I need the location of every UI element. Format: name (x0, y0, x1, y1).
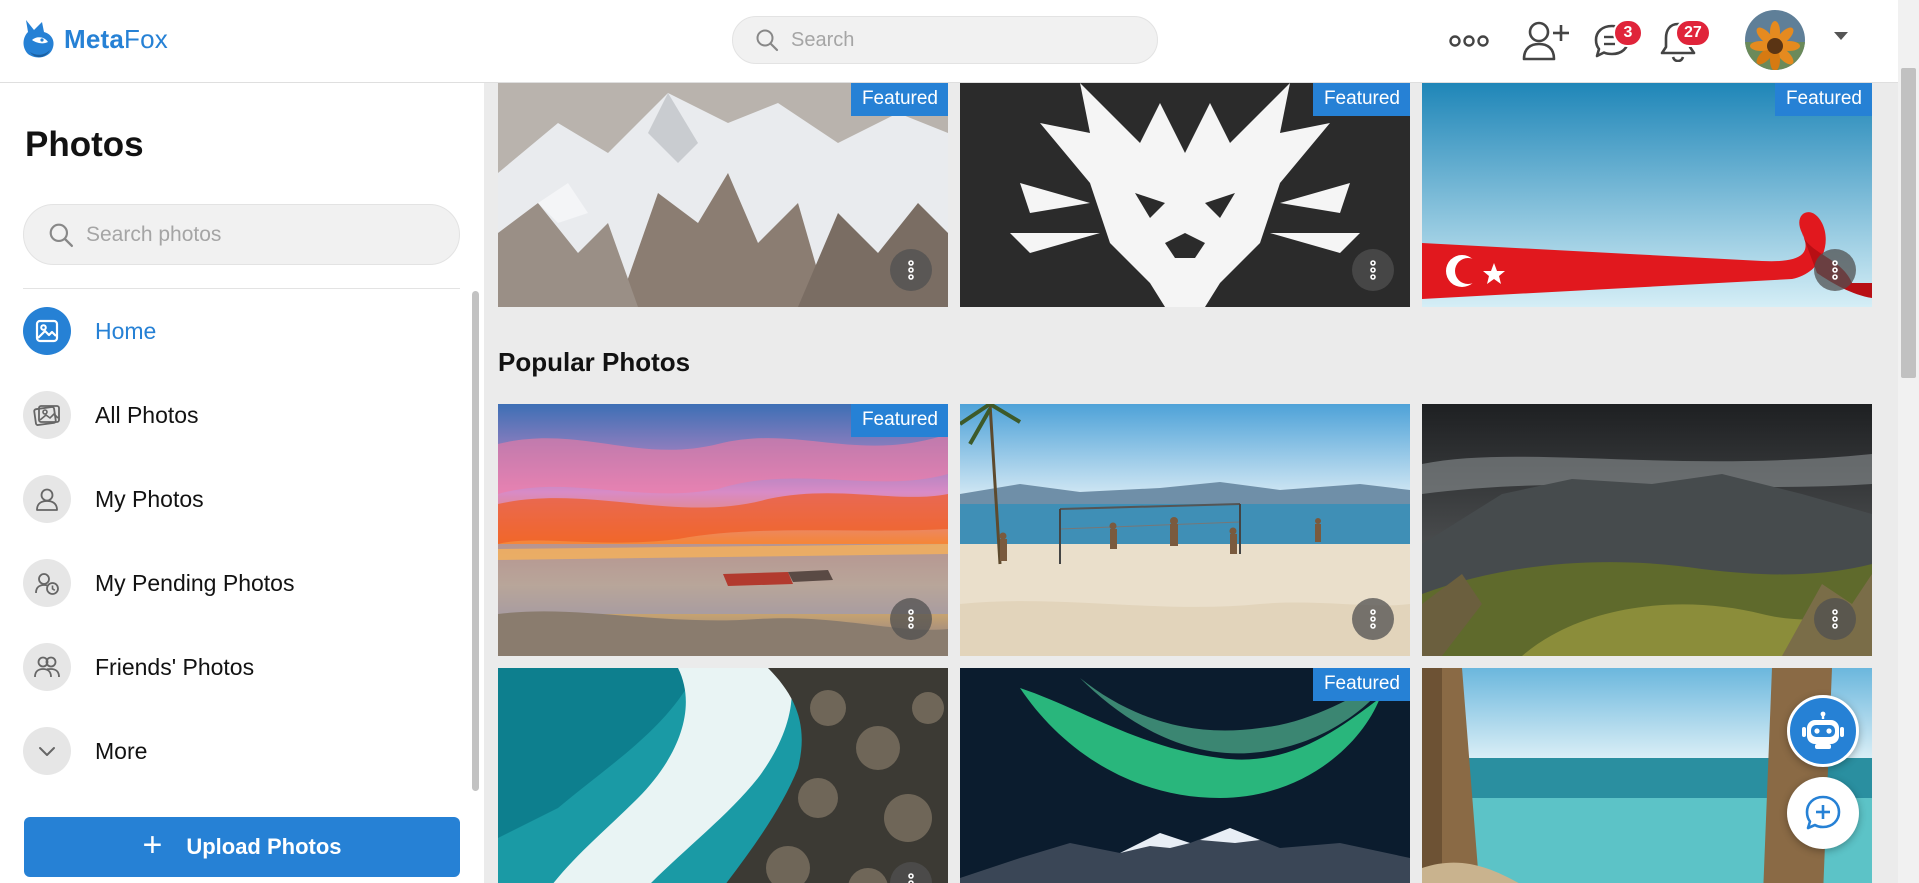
more-vertical-icon (1370, 260, 1376, 280)
sidebar-item-my-photos[interactable]: My Photos (23, 469, 453, 529)
photo-tile[interactable] (1422, 404, 1872, 656)
photo-mountains (498, 83, 948, 307)
photo-mountain-valley (1422, 404, 1872, 656)
metafox-logo[interactable]: MetaFox (20, 14, 168, 64)
robot-icon (1802, 711, 1844, 749)
photo-tile[interactable] (960, 404, 1410, 656)
photo-options-button[interactable] (1352, 598, 1394, 640)
chatbot-button[interactable] (1787, 695, 1859, 767)
photo-sunset-lake (498, 404, 948, 656)
photo-search-input[interactable] (86, 222, 426, 247)
photo-lion-emblem (960, 83, 1410, 307)
sidebar-item-label: Home (95, 317, 157, 344)
sidebar-item-label: My Pending Photos (95, 569, 295, 596)
user-icon (23, 475, 71, 523)
photo-tile[interactable]: Featured (1422, 83, 1872, 307)
page-scrollbar-thumb[interactable] (1901, 68, 1916, 378)
sidebar-item-all-photos[interactable]: All Photos (23, 385, 453, 445)
more-vertical-icon (1832, 609, 1838, 629)
more-apps-button[interactable] (1442, 14, 1496, 68)
more-vertical-icon (908, 609, 914, 629)
photo-tile[interactable]: Featured (498, 83, 948, 307)
sidebar-item-friends-photos[interactable]: Friends' Photos (23, 637, 453, 697)
photo-options-button[interactable] (1814, 249, 1856, 291)
user-avatar[interactable] (1745, 10, 1805, 70)
sidebar-item-label: Friends' Photos (95, 653, 255, 680)
popular-photos-heading: Popular Photos (498, 347, 691, 377)
more-vertical-icon (1370, 609, 1376, 629)
plus-icon: + (142, 826, 163, 864)
more-vertical-icon (908, 260, 914, 280)
featured-badge: Featured (1774, 83, 1872, 116)
logo-text: MetaFox (64, 24, 168, 55)
avatar-image (1745, 10, 1805, 70)
photo-options-button[interactable] (890, 598, 932, 640)
featured-badge: Featured (850, 83, 948, 116)
photo-options-button[interactable] (1352, 249, 1394, 291)
photos-sidebar: Photos Home All Photos My Photos My Pend… (0, 83, 484, 883)
photos-main: Featured Featured Featured Popular Photo… (484, 83, 1898, 883)
photo-options-button[interactable] (1814, 598, 1856, 640)
photo-tile[interactable]: Featured (498, 404, 948, 656)
sidebar-item-my-pending-photos[interactable]: My Pending Photos (23, 553, 453, 613)
friends-icon (23, 643, 71, 691)
upload-photos-label: Upload Photos (186, 834, 342, 859)
create-post-button[interactable] (1787, 777, 1859, 849)
global-search[interactable] (732, 16, 1158, 64)
sidebar-item-label: More (95, 737, 148, 764)
page-scrollbar[interactable] (1898, 0, 1919, 883)
more-horizontal-icon (1449, 35, 1489, 47)
photo-turkish-flag (1422, 83, 1872, 307)
search-icon (756, 29, 779, 52)
global-search-input[interactable] (791, 28, 1121, 52)
messages-badge: 3 (1613, 19, 1643, 47)
sidebar-divider (23, 288, 460, 289)
more-vertical-icon (908, 873, 914, 883)
sidebar-item-label: My Photos (95, 485, 204, 512)
more-vertical-icon (1832, 260, 1838, 280)
logo-meta: Meta (64, 23, 125, 54)
chevron-down-icon (23, 727, 71, 775)
logo-fox: Fox (124, 23, 168, 54)
photos-icon (23, 391, 71, 439)
featured-badge: Featured (1312, 83, 1410, 116)
sidebar-item-more[interactable]: More (23, 721, 453, 781)
sidebar-item-home[interactable]: Home (23, 301, 453, 361)
messages-button[interactable]: 3 (1585, 14, 1643, 68)
pending-icon (23, 559, 71, 607)
photo-search[interactable] (23, 204, 460, 265)
page-title: Photos (25, 125, 144, 164)
sidebar-item-label: All Photos (95, 401, 199, 428)
notifications-badge: 27 (1675, 19, 1711, 47)
add-friend-icon (1522, 21, 1569, 61)
photo-ocean-rocks (498, 668, 948, 883)
featured-badge: Featured (850, 404, 948, 437)
friend-requests-button[interactable] (1518, 14, 1572, 68)
photo-tile[interactable]: Featured (960, 83, 1410, 307)
photo-tile[interactable] (498, 668, 948, 883)
upload-photos-button[interactable]: + Upload Photos (24, 817, 460, 877)
fox-logo-icon (23, 20, 54, 58)
search-icon (49, 223, 74, 247)
photo-options-button[interactable] (890, 249, 932, 291)
add-comment-icon (1805, 795, 1841, 830)
top-header: MetaFox 3 27 (0, 0, 1898, 83)
sidebar-scrollbar[interactable] (472, 291, 479, 791)
photo-tile[interactable]: Featured (960, 668, 1410, 883)
image-icon (23, 307, 71, 355)
photo-beach-volleyball (960, 404, 1410, 656)
featured-badge: Featured (1312, 668, 1410, 701)
notifications-button[interactable]: 27 (1651, 14, 1711, 68)
account-menu-caret-icon[interactable] (1832, 30, 1850, 42)
